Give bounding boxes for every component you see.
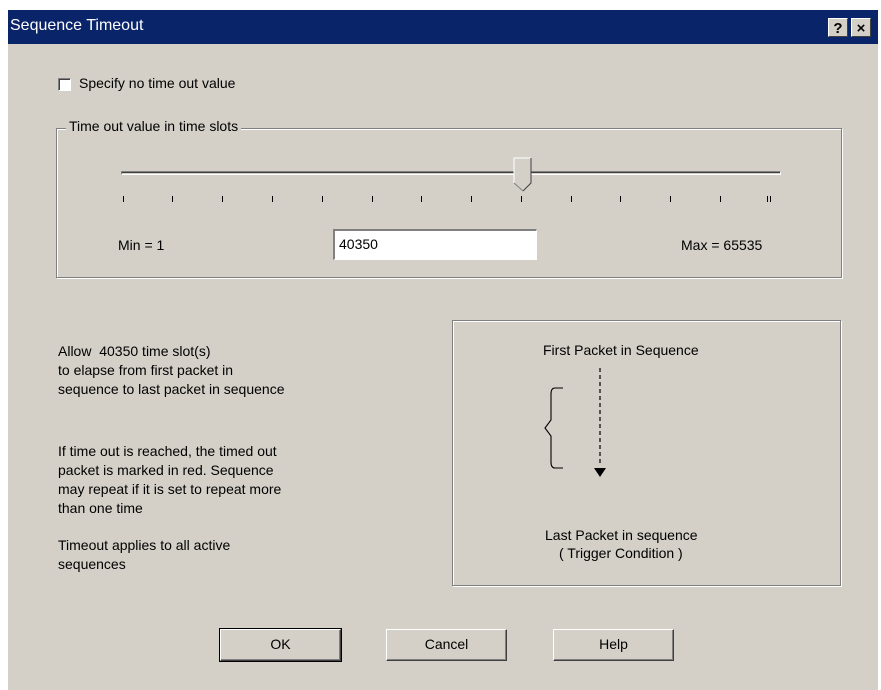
allow-description: Allow 40350 time slot(s) to elapse from …	[58, 343, 285, 397]
timeout-slider-track[interactable]	[121, 171, 781, 175]
window-title: Sequence Timeout	[10, 17, 144, 34]
help-icon[interactable]: ?	[828, 18, 848, 37]
timeout-group-legend: Time out value in time slots	[66, 118, 242, 134]
slider-tick	[521, 196, 522, 202]
slider-tick	[222, 196, 223, 202]
title-bar: Sequence Timeout ? ×	[8, 10, 878, 44]
close-icon[interactable]: ×	[851, 18, 871, 37]
sequence-diagram	[544, 368, 606, 477]
sequence-timeout-dialog: Sequence Timeout ? × Specify no time out…	[8, 10, 878, 690]
cancel-button[interactable]: Cancel	[386, 629, 507, 661]
slider-tick	[767, 196, 768, 202]
slider-tick	[372, 196, 373, 202]
slider-tick	[272, 196, 273, 202]
slider-tick	[421, 196, 422, 202]
max-label: Max = 65535	[681, 237, 763, 253]
no-timeout-checkbox[interactable]	[58, 78, 71, 91]
timeout-value-input[interactable]: 40350	[333, 229, 537, 260]
no-timeout-label[interactable]: Specify no time out value	[79, 75, 235, 91]
ok-button[interactable]: OK	[219, 628, 342, 662]
slider-tick	[123, 196, 124, 202]
slider-tick	[571, 196, 572, 202]
trigger-condition-label: ( Trigger Condition )	[559, 545, 683, 561]
slider-tick	[720, 196, 721, 202]
slider-tick	[670, 196, 671, 202]
min-label: Min = 1	[118, 237, 165, 253]
timeout-description: If time out is reached, the timed out pa…	[58, 443, 282, 516]
applies-description: Timeout applies to all active sequences	[58, 537, 231, 572]
timeout-slider-thumb[interactable]	[513, 157, 533, 193]
slider-tick	[471, 196, 472, 202]
slider-tick	[322, 196, 323, 202]
last-packet-label: Last Packet in sequence	[545, 527, 698, 543]
slider-tick	[770, 196, 771, 202]
slider-tick	[620, 196, 621, 202]
slider-tick	[172, 196, 173, 202]
help-button[interactable]: Help	[553, 629, 674, 661]
